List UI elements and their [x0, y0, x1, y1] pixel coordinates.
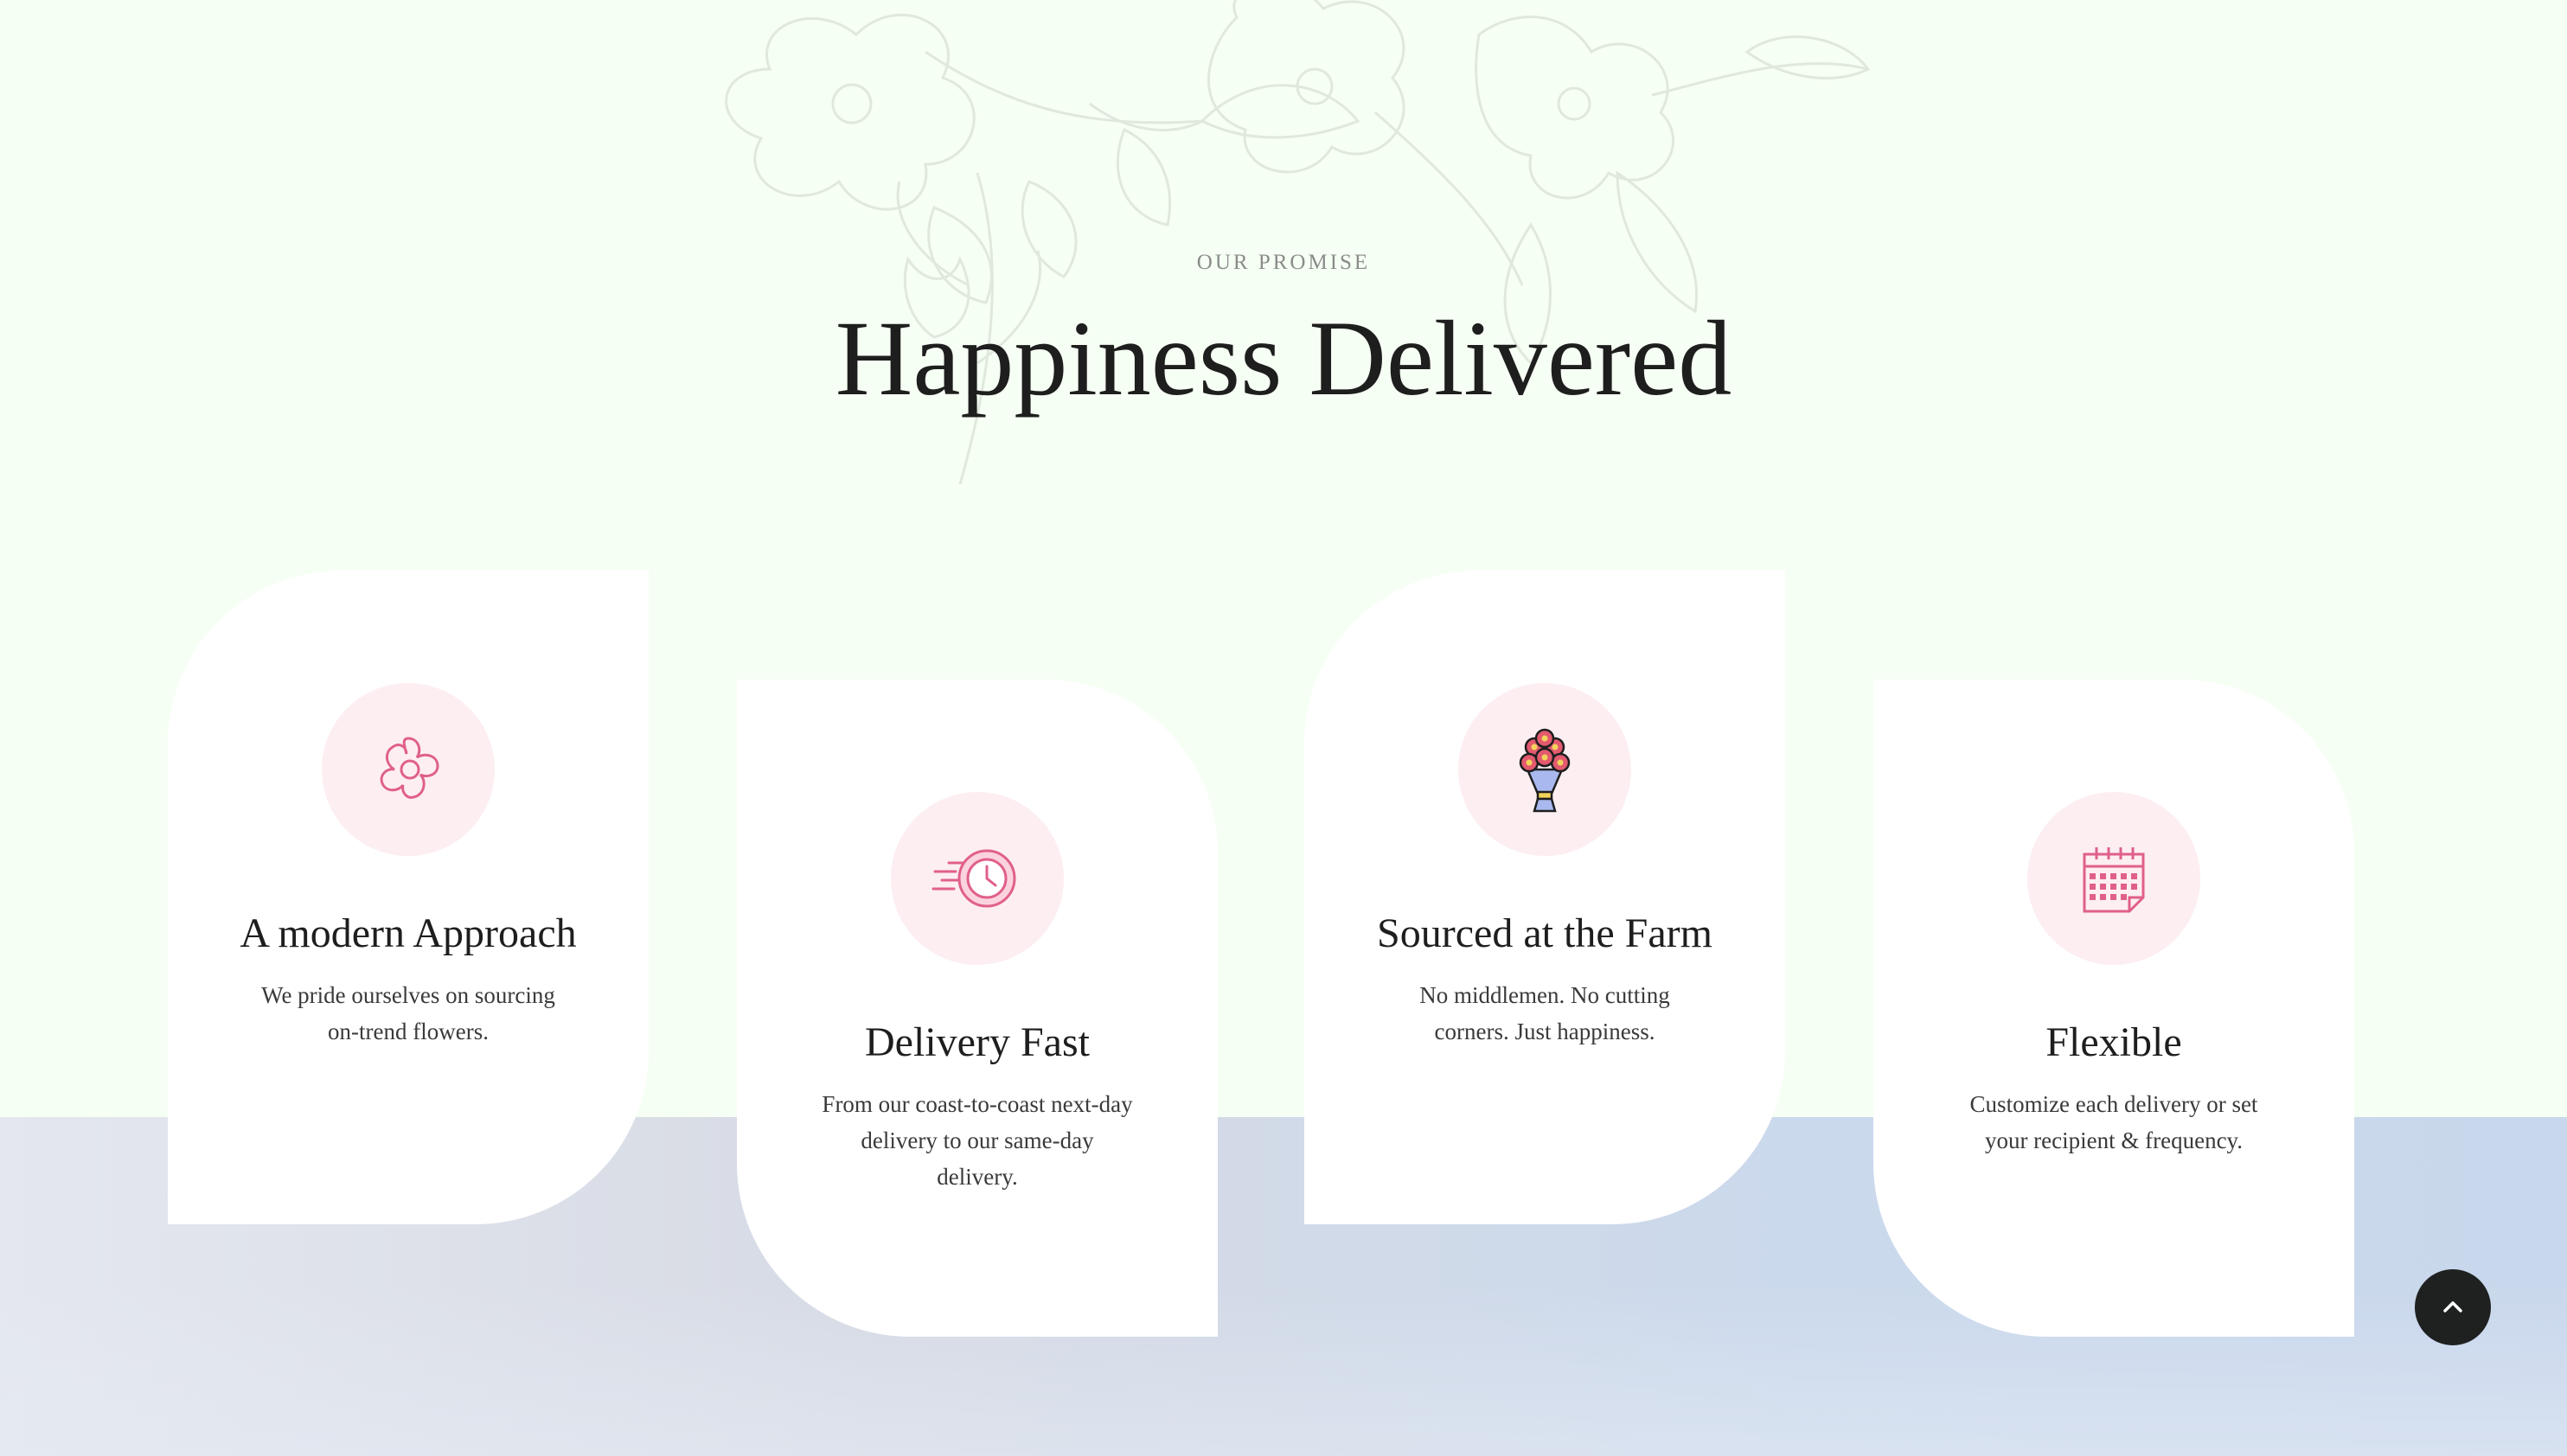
feature-card-text: From our coast-to-coast next-day deliver… [822, 1091, 1133, 1190]
feature-card-title: Sourced at the Farm [1377, 910, 1712, 956]
bouquet-icon [1519, 728, 1571, 813]
flower-icon [380, 737, 439, 799]
chevron-up-icon [2443, 1301, 2462, 1312]
feature-card-title: Flexible [2045, 1019, 2182, 1065]
feature-icon-circle [1458, 683, 1631, 856]
feature-card-text: We pride ourselves on sourcing on-trend … [261, 982, 555, 1044]
fast-clock-icon [931, 849, 1016, 908]
section-eyebrow: OUR PROMISE [1196, 251, 1371, 274]
section-heading: Happiness Delivered [835, 299, 1732, 418]
feature-icon-circle [322, 683, 495, 856]
feature-icon-circle [2027, 792, 2200, 965]
feature-card-modern-approach: A modern Approach We pride ourselves on … [168, 571, 649, 1224]
feature-card-title: Delivery Fast [865, 1019, 1090, 1065]
feature-card-text: No middlemen. No cutting corners. Just h… [1419, 982, 1670, 1044]
calendar-icon [2083, 847, 2145, 913]
feature-card-delivery-fast: Delivery Fast From our coast-to-coast ne… [737, 680, 1218, 1337]
scroll-to-top-button[interactable] [2415, 1269, 2491, 1345]
feature-card-text: Customize each delivery or set your reci… [1969, 1091, 2258, 1153]
feature-card-sourced-farm: Sourced at the Farm No middlemen. No cut… [1304, 571, 1785, 1224]
feature-icon-circle [891, 792, 1064, 965]
promise-section: OUR PROMISE Happiness Delivered A modern… [0, 0, 2567, 1456]
feature-card-flexible: Flexible Customize each delivery or set … [1873, 680, 2354, 1337]
feature-card-title: A modern Approach [240, 910, 577, 956]
